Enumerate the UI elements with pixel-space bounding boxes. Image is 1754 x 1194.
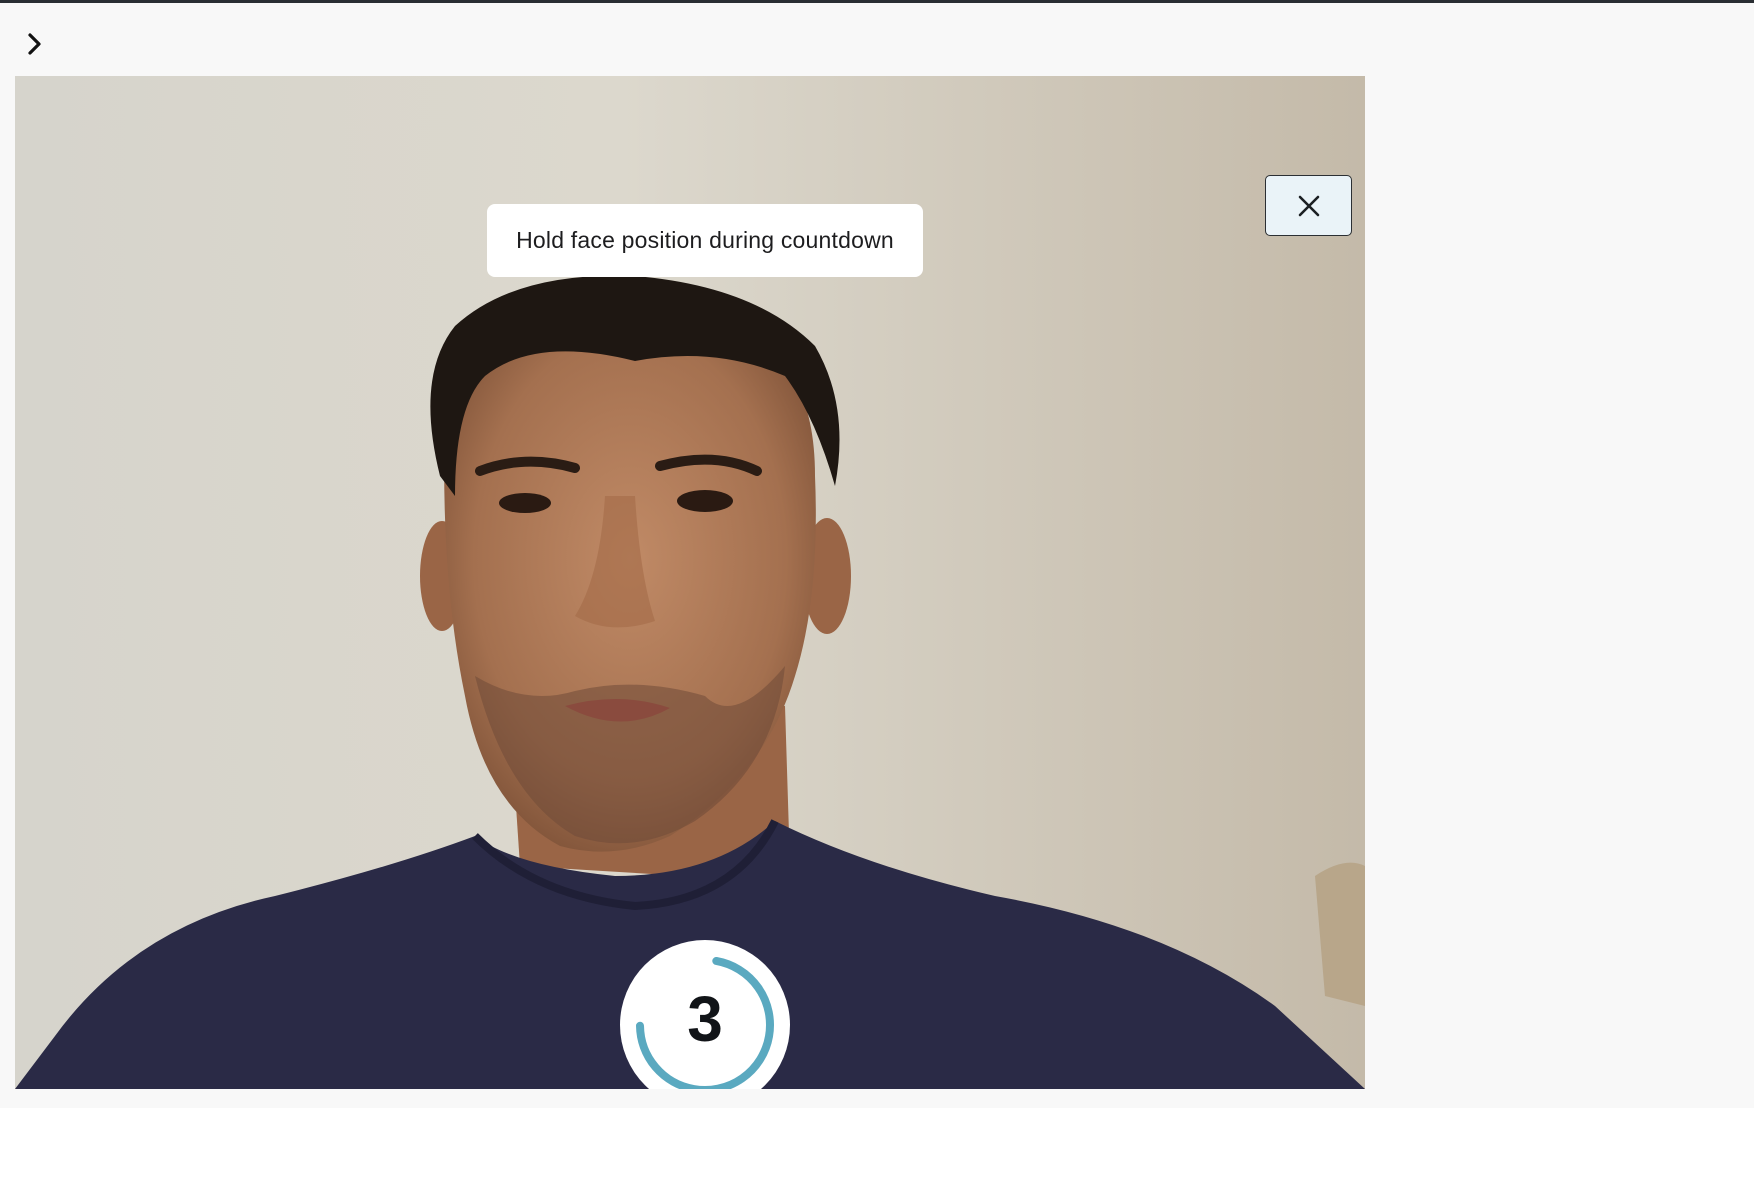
- countdown-timer: 3: [620, 940, 790, 1089]
- countdown-number: 3: [687, 983, 723, 1055]
- close-button[interactable]: [1265, 175, 1352, 236]
- chevron-right-icon: [28, 33, 41, 55]
- close-icon: [1298, 195, 1319, 216]
- expand-sidebar-button[interactable]: [22, 31, 48, 57]
- instruction-banner: Hold face position during countdown: [487, 204, 923, 277]
- camera-preview: Hold face position during countdown 3: [15, 76, 1365, 1089]
- app-area: Hold face position during countdown 3: [0, 3, 1754, 1108]
